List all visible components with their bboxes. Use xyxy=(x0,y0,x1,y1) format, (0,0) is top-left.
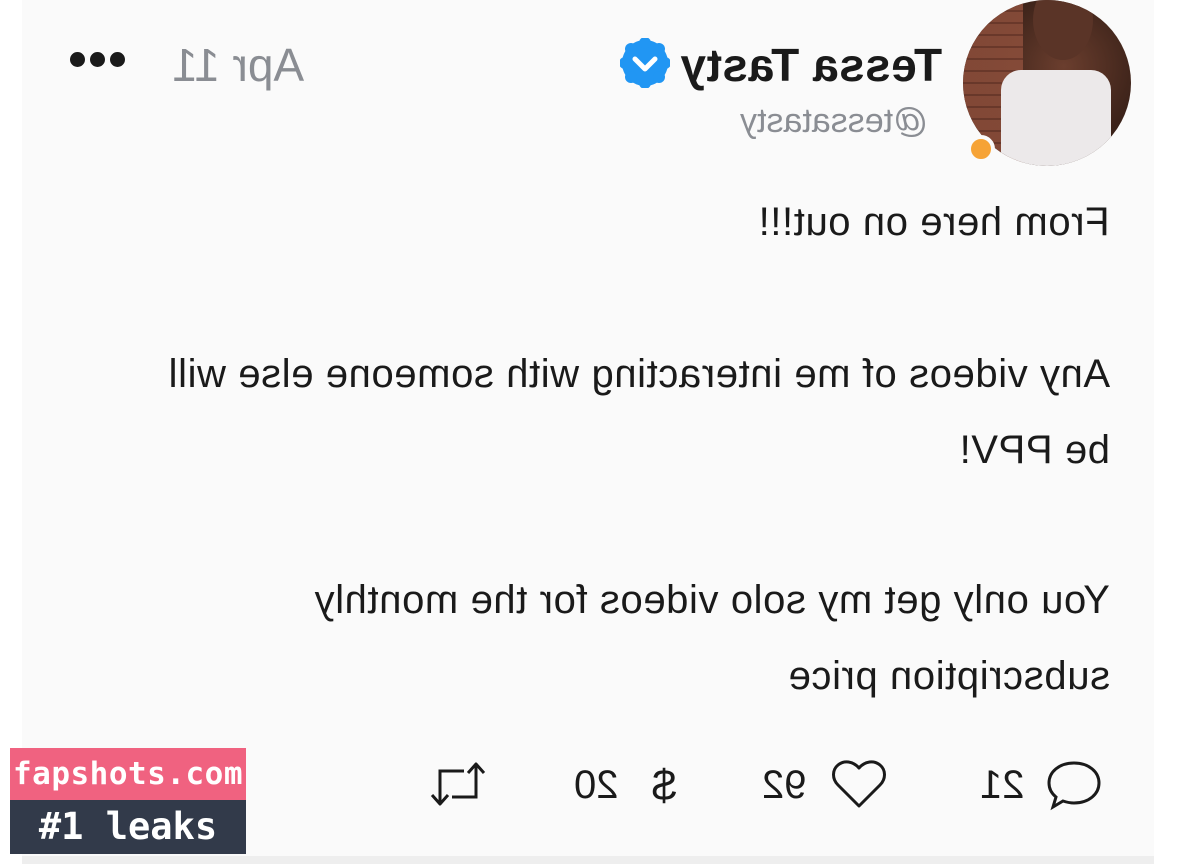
comment-button[interactable]: 21 xyxy=(975,755,1110,815)
post-text-line: From here on out!!! xyxy=(758,200,1110,244)
screenshot-page: Tessa Tasty @tessatasty Apr 11 From here… xyxy=(0,0,1180,864)
watermark-site: fapshots.com xyxy=(10,748,246,800)
comment-count: 21 xyxy=(980,763,1025,807)
comment-bubble-icon xyxy=(1047,761,1101,811)
repost-icon xyxy=(430,762,486,806)
verified-badge-icon xyxy=(620,38,670,88)
user-handle[interactable]: @tessatasty xyxy=(740,102,928,141)
dollar-icon: $ xyxy=(652,761,677,810)
card-bottom-edge xyxy=(22,856,1154,864)
avatar-face xyxy=(1033,0,1093,60)
post-date: Apr 11 xyxy=(172,39,305,91)
display-name[interactable]: Tessa Tasty xyxy=(680,38,942,92)
more-dots-icon[interactable] xyxy=(70,52,130,72)
post-text-line: You only get my solo videos for the mont… xyxy=(314,578,1110,622)
tip-count: 20 xyxy=(574,763,619,807)
watermark-tagline: #1 leaks xyxy=(10,800,246,854)
post-text-line: subscription price xyxy=(787,654,1110,698)
like-button[interactable]: 92 xyxy=(760,755,890,815)
avatar-shirt xyxy=(1001,70,1111,166)
post-text-line: Any videos of me interacting with someon… xyxy=(167,352,1110,396)
tip-button[interactable]: $ 20 xyxy=(572,755,687,815)
online-status-dot xyxy=(967,135,995,163)
repost-button[interactable] xyxy=(424,755,492,815)
heart-icon xyxy=(832,760,886,808)
like-count: 92 xyxy=(762,763,807,807)
post-text-line: be PPV! xyxy=(959,428,1110,472)
